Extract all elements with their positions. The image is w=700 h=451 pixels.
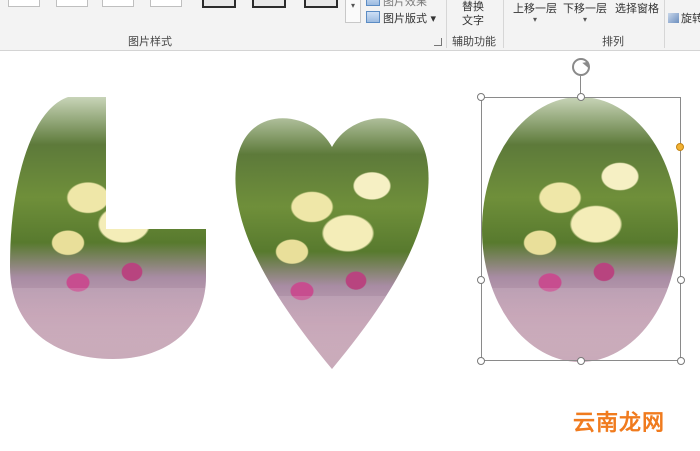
alt-text-button[interactable]: 替换 文字 xyxy=(462,0,484,28)
resize-handle-top-left[interactable] xyxy=(477,93,485,101)
rotate-handle-icon[interactable] xyxy=(572,58,590,76)
chevron-down-icon: ▾ xyxy=(532,15,537,24)
arrange-group-label: 排列 xyxy=(602,35,624,48)
rotate-icon xyxy=(668,13,679,23)
style-thumb-5[interactable] xyxy=(202,0,236,8)
heart-shaped-bouquet-picture[interactable] xyxy=(232,107,432,370)
shape-adjust-handle[interactable] xyxy=(676,143,684,151)
style-thumb-4[interactable] xyxy=(150,0,182,7)
resize-handle-right[interactable] xyxy=(677,276,685,284)
rotate-button[interactable]: 旋转 xyxy=(668,10,700,26)
picture-styles-group-label: 图片样式 xyxy=(128,35,172,48)
resize-handle-left[interactable] xyxy=(477,276,485,284)
l-shaped-bouquet-picture[interactable] xyxy=(8,97,208,362)
selection-pane-button[interactable]: 选择窗格 xyxy=(615,0,659,16)
picture-layout-button[interactable]: 图片版式 ▾ xyxy=(366,10,436,26)
chevron-down-icon: ▾ xyxy=(350,1,355,10)
accessibility-group-label: 辅助功能 xyxy=(452,35,496,48)
resize-handle-top[interactable] xyxy=(577,93,585,101)
picture-effects-icon xyxy=(366,0,380,6)
bring-forward-button[interactable]: 上移一层 ▾ xyxy=(513,0,557,24)
picture-layout-icon xyxy=(366,11,380,23)
style-thumb-3[interactable] xyxy=(102,0,134,7)
resize-handle-bottom-right[interactable] xyxy=(677,357,685,365)
resize-handle-bottom-left[interactable] xyxy=(477,357,485,365)
site-watermark: 云南龙网 xyxy=(572,411,665,436)
selection-frame xyxy=(481,97,681,361)
bouquet-wrap xyxy=(232,296,432,370)
picture-styles-gallery xyxy=(0,0,345,8)
gallery-more-button[interactable]: ▾ xyxy=(345,0,361,23)
ribbon: ▾ 图片效果 图片版式 ▾ 图片样式 替换 文字 辅助功能 上移一层 ▾ 下移一… xyxy=(0,0,700,51)
bouquet-wrap xyxy=(8,288,208,362)
dialog-launcher-icon[interactable] xyxy=(434,38,442,46)
chevron-down-icon: ▾ xyxy=(582,15,587,24)
style-thumb-6[interactable] xyxy=(252,0,286,8)
group-divider xyxy=(503,0,504,48)
chevron-down-icon: ▾ xyxy=(430,12,437,25)
group-divider xyxy=(446,0,447,48)
style-thumb-2[interactable] xyxy=(56,0,88,7)
picture-effects-button[interactable]: 图片效果 xyxy=(366,0,427,9)
send-backward-button[interactable]: 下移一层 ▾ xyxy=(563,0,607,24)
group-divider xyxy=(664,0,665,48)
style-thumb-7[interactable] xyxy=(304,0,338,8)
resize-handle-bottom[interactable] xyxy=(577,357,585,365)
style-thumb-1[interactable] xyxy=(8,0,40,7)
